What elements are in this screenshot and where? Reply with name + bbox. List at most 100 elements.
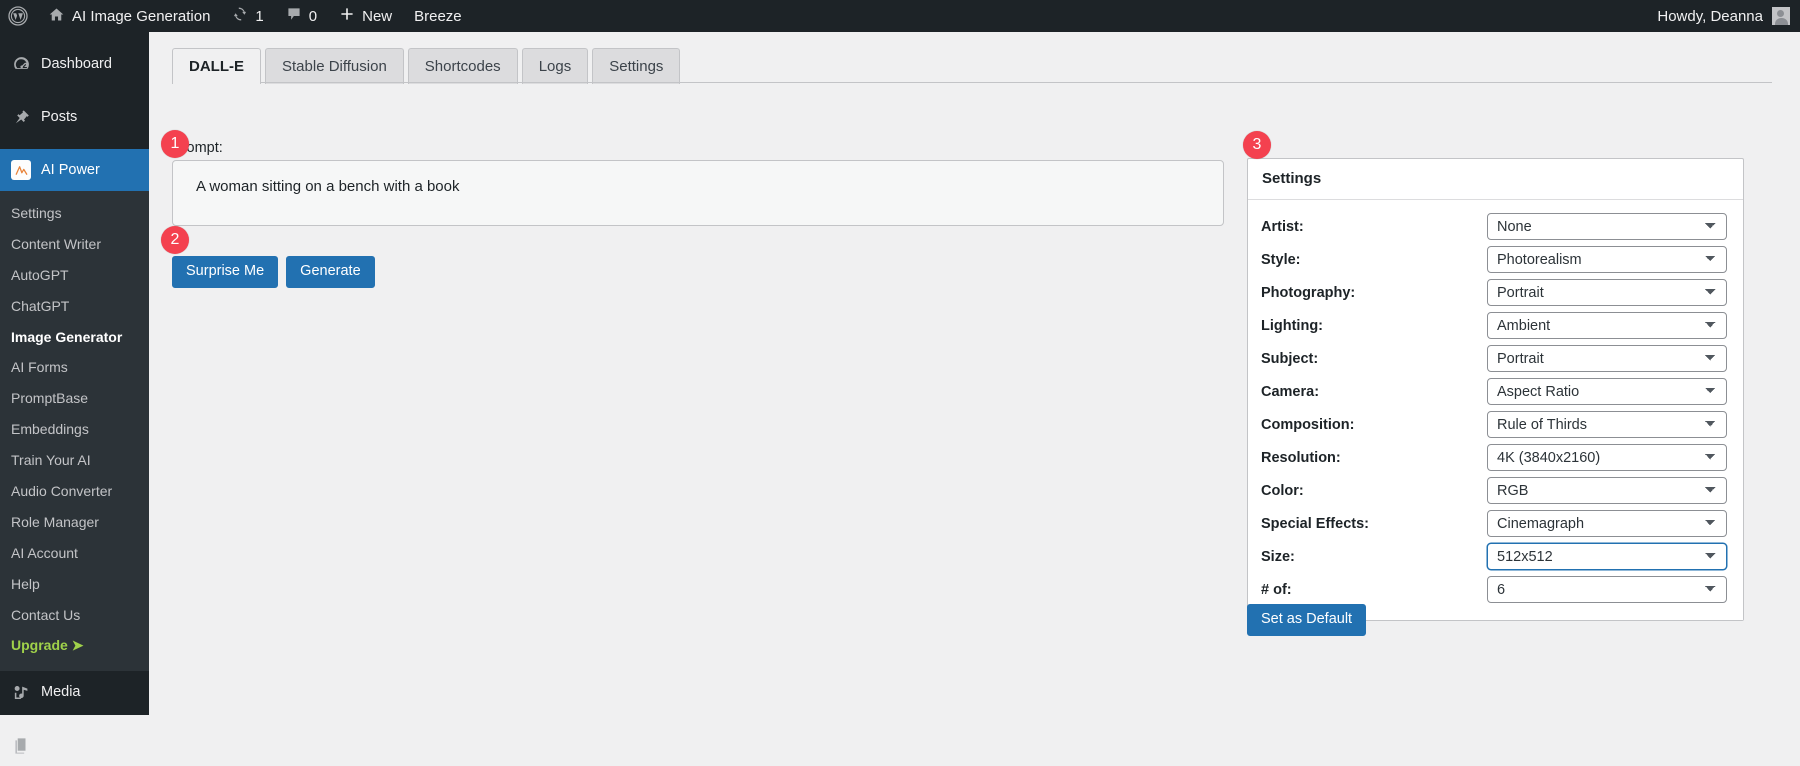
ai-power-icon [11, 160, 31, 180]
label-artist: Artist: [1261, 218, 1304, 235]
account-menu[interactable]: Howdy, Deanna [1657, 7, 1800, 25]
select-photography[interactable]: Portrait [1487, 279, 1727, 306]
sidebar-subitem-ai-account[interactable]: AI Account [0, 538, 149, 569]
tab-settings[interactable]: Settings [592, 48, 681, 84]
setting-row-photography: Photography: Portrait [1261, 276, 1727, 309]
prompt-input[interactable] [172, 160, 1224, 226]
sidebar-item-media[interactable]: Media [0, 671, 149, 713]
label-photography: Photography: [1261, 284, 1356, 301]
select-number-of[interactable]: 6 [1487, 576, 1727, 603]
sidebar-item-ai-power[interactable]: AI Power [0, 149, 149, 191]
sidebar-label-ai-power: AI Power [41, 162, 100, 178]
settings-fields: Artist: None Style: Photorealism Photogr… [1248, 200, 1743, 620]
settings-panel-title: Settings [1248, 159, 1743, 200]
label-composition: Composition: [1261, 416, 1355, 433]
select-style[interactable]: Photorealism [1487, 246, 1727, 273]
setting-row-size: Size: 512x512 [1261, 540, 1727, 573]
label-color: Color: [1261, 482, 1304, 499]
sidebar-subitem-audio-converter[interactable]: Audio Converter [0, 476, 149, 507]
comments-button[interactable]: 0 [275, 0, 328, 32]
setting-row-subject: Subject: Portrait [1261, 342, 1727, 375]
pin-icon [11, 107, 31, 127]
site-name-label: AI Image Generation [72, 7, 211, 25]
sidebar-label-pages: Pages [41, 737, 83, 754]
select-resolution[interactable]: 4K (3840x2160) [1487, 444, 1727, 471]
sidebar-subitem-train-your-ai[interactable]: Train Your AI [0, 445, 149, 476]
tab-bar: DALL-E Stable Diffusion Shortcodes Logs … [172, 46, 681, 84]
new-label: New [362, 7, 393, 25]
select-color[interactable]: RGB [1487, 477, 1727, 504]
sidebar-subitem-chatgpt[interactable]: ChatGPT [0, 291, 149, 322]
ai-power-submenu: Settings Content Writer AutoGPT ChatGPT … [0, 191, 149, 672]
label-special-effects: Special Effects: [1261, 515, 1369, 532]
select-camera[interactable]: Aspect Ratio [1487, 378, 1727, 405]
setting-row-special-effects: Special Effects: Cinemagraph [1261, 507, 1727, 540]
sidebar-subitem-contact-us[interactable]: Contact Us [0, 600, 149, 631]
home-icon [48, 6, 65, 27]
main-content: DALL-E Stable Diffusion Shortcodes Logs … [149, 32, 1800, 715]
setting-row-resolution: Resolution: 4K (3840x2160) [1261, 441, 1727, 474]
tab-shortcodes[interactable]: Shortcodes [407, 48, 518, 84]
setting-row-style: Style: Photorealism [1261, 243, 1727, 276]
updates-count: 1 [255, 7, 264, 25]
wordpress-logo-button[interactable] [0, 0, 37, 32]
sidebar-label-dashboard: Dashboard [41, 56, 112, 72]
updates-button[interactable]: 1 [221, 0, 274, 32]
sidebar-subitem-help[interactable]: Help [0, 569, 149, 600]
label-size: Size: [1261, 548, 1295, 565]
sidebar-item-pages[interactable]: Pages [0, 724, 149, 766]
label-number-of: # of: [1261, 581, 1292, 598]
media-icon [11, 682, 31, 702]
annotation-badge-2: 2 [161, 226, 189, 254]
sidebar-subitem-promptbase[interactable]: PromptBase [0, 383, 149, 414]
setting-row-camera: Camera: Aspect Ratio [1261, 375, 1727, 408]
tab-bar-underline [172, 82, 1772, 83]
label-resolution: Resolution: [1261, 449, 1341, 466]
label-lighting: Lighting: [1261, 317, 1324, 334]
tab-stable-diffusion[interactable]: Stable Diffusion [265, 48, 404, 84]
label-style: Style: [1261, 251, 1301, 268]
select-size[interactable]: 512x512 [1487, 543, 1727, 570]
upgrade-arrow-icon: ➤ [71, 637, 84, 654]
sidebar-item-posts[interactable]: Posts [0, 96, 149, 138]
select-composition[interactable]: Rule of Thirds [1487, 411, 1727, 438]
breeze-label: Breeze [414, 7, 462, 25]
site-name-button[interactable]: AI Image Generation [37, 0, 221, 32]
sidebar-subitem-image-generator[interactable]: Image Generator [0, 322, 149, 353]
sidebar-subitem-role-manager[interactable]: Role Manager [0, 507, 149, 538]
setting-row-artist: Artist: None [1261, 210, 1727, 243]
pages-icon [11, 735, 31, 755]
sidebar-subitem-settings[interactable]: Settings [0, 198, 149, 229]
sidebar-label-posts: Posts [41, 109, 78, 125]
sidebar-subitem-upgrade[interactable]: Upgrade ➤ [0, 630, 149, 661]
surprise-me-button[interactable]: Surprise Me [172, 256, 279, 289]
annotation-badge-3: 3 [1243, 131, 1271, 159]
tab-logs[interactable]: Logs [521, 48, 589, 84]
wordpress-icon [8, 6, 28, 26]
label-subject: Subject: [1261, 350, 1319, 367]
tab-dall-e[interactable]: DALL-E [172, 48, 261, 84]
update-icon [232, 6, 248, 26]
admin-bar: AI Image Generation 1 0 New Breeze Howdy… [0, 0, 1800, 32]
upgrade-label: Upgrade [11, 637, 68, 654]
sidebar-subitem-autogpt[interactable]: AutoGPT [0, 260, 149, 291]
new-content-button[interactable]: New [328, 0, 403, 32]
generate-button[interactable]: Generate [286, 256, 375, 289]
select-subject[interactable]: Portrait [1487, 345, 1727, 372]
howdy-label: Howdy, Deanna [1657, 7, 1763, 25]
comments-count: 0 [308, 7, 318, 25]
setting-row-color: Color: RGB [1261, 474, 1727, 507]
select-artist[interactable]: None [1487, 213, 1727, 240]
select-special-effects[interactable]: Cinemagraph [1487, 510, 1727, 537]
sidebar-subitem-ai-forms[interactable]: AI Forms [0, 352, 149, 383]
sidebar-item-dashboard[interactable]: Dashboard [0, 43, 149, 85]
sidebar-subitem-content-writer[interactable]: Content Writer [0, 229, 149, 260]
breeze-button[interactable]: Breeze [403, 0, 473, 32]
select-lighting[interactable]: Ambient [1487, 312, 1727, 339]
set-as-default-button[interactable]: Set as Default [1247, 604, 1367, 637]
sidebar-subitem-embeddings[interactable]: Embeddings [0, 414, 149, 445]
plus-icon [339, 6, 355, 26]
sidebar-spacer-top [0, 32, 149, 43]
